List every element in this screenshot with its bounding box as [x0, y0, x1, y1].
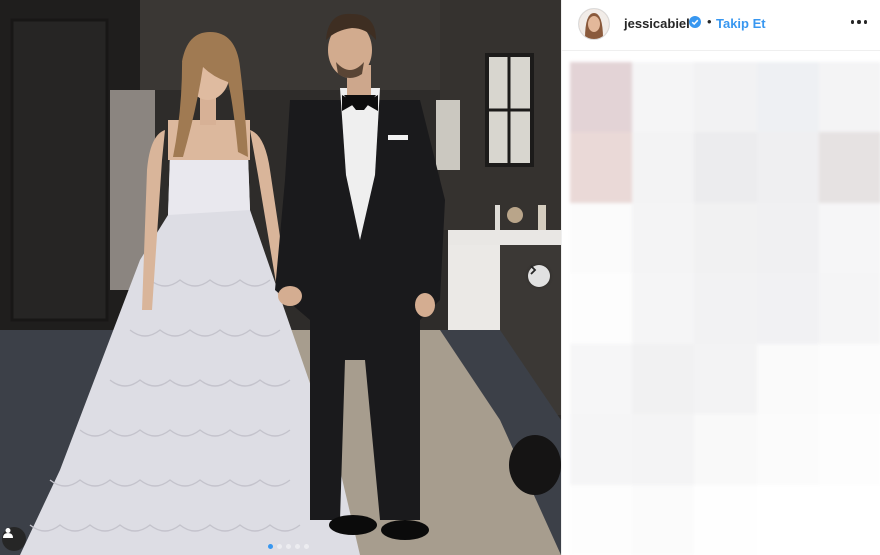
user-tag-button[interactable]: [2, 527, 26, 551]
mosaic-tile: [756, 62, 819, 133]
mosaic-tile: [632, 484, 695, 555]
mosaic-tile: [694, 343, 757, 415]
mosaic-tile: [632, 202, 695, 274]
mosaic-tile: [756, 273, 819, 344]
mosaic-tile: [694, 484, 757, 555]
mosaic-tile: [818, 273, 880, 344]
mosaic-tile: [570, 202, 633, 274]
mosaic-tile: [756, 484, 819, 555]
mosaic-tile: [694, 414, 757, 485]
chevron-right-icon: [530, 265, 537, 275]
mosaic-tile: [694, 202, 757, 274]
mosaic-tile: [818, 343, 880, 415]
mosaic-tile: [694, 273, 757, 344]
mosaic-tile: [756, 202, 819, 274]
username[interactable]: jessicabiel: [624, 16, 690, 31]
user-tag-icon: [3, 528, 13, 538]
avatar[interactable]: [578, 8, 610, 40]
mosaic-tile: [632, 62, 695, 133]
carousel-indicator: [268, 544, 309, 549]
carousel-dot: [277, 544, 282, 549]
mosaic-tile: [632, 343, 695, 415]
post-image: [0, 0, 561, 555]
mosaic-tile: [570, 343, 633, 415]
mosaic-tile: [570, 484, 633, 555]
mosaic-tile: [570, 62, 633, 133]
mosaic-tile: [818, 414, 880, 485]
verified-badge-icon: [689, 16, 701, 28]
carousel-dot: [286, 544, 291, 549]
follow-button[interactable]: Takip Et: [716, 16, 766, 31]
post-side-panel: jessicabiel • Takip Et: [561, 0, 880, 555]
blurred-comments-area: [570, 62, 880, 555]
carousel-next-button[interactable]: [528, 265, 550, 287]
more-options-icon[interactable]: [851, 18, 867, 26]
post-photo[interactable]: [0, 0, 561, 555]
carousel-dot: [295, 544, 300, 549]
mosaic-tile: [632, 132, 695, 203]
mosaic-tile: [570, 414, 633, 485]
avatar-image: [579, 9, 609, 39]
mosaic-tile: [818, 484, 880, 555]
mosaic-tile: [818, 202, 880, 274]
carousel-dot: [268, 544, 273, 549]
mosaic-tile: [570, 273, 633, 344]
carousel-dot: [304, 544, 309, 549]
mosaic-tile: [818, 132, 880, 203]
mosaic-tile: [632, 273, 695, 344]
separator-dot: •: [707, 14, 712, 29]
post-header: jessicabiel • Takip Et: [562, 0, 880, 51]
mosaic-tile: [694, 132, 757, 203]
mosaic-tile: [694, 62, 757, 133]
mosaic-tile: [570, 132, 633, 203]
mosaic-tile: [632, 414, 695, 485]
mosaic-tile: [756, 343, 819, 415]
mosaic-tile: [818, 62, 880, 133]
mosaic-tile: [756, 414, 819, 485]
mosaic-tile: [756, 132, 819, 203]
